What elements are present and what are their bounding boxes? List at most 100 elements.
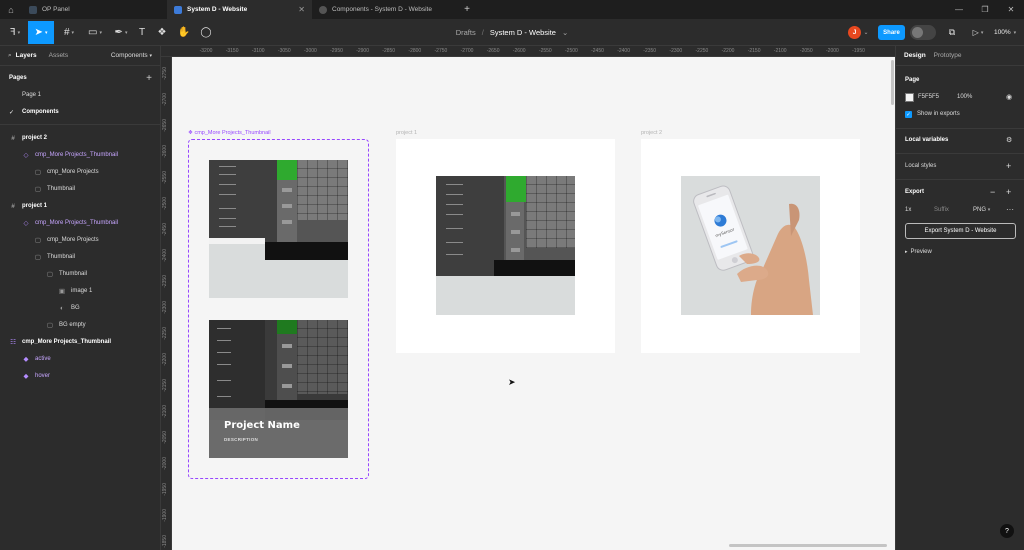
text-tool-button[interactable]: T [134, 21, 150, 44]
layer-label: cmp_More Projects [47, 237, 99, 243]
components-dropdown[interactable]: Components ▾ [111, 52, 152, 59]
new-tab-button[interactable]: + [457, 0, 477, 19]
export-heading: Export [905, 189, 925, 195]
export-suffix-input[interactable]: Suffix [934, 207, 949, 213]
background-opacity[interactable]: 100% [957, 94, 972, 100]
show-in-exports-checkbox[interactable]: ✓ [905, 111, 912, 118]
add-export-icon[interactable]: + [1006, 187, 1011, 197]
component-set-label[interactable]: ❖ cmp_More Projects_Thumbnail [188, 130, 271, 136]
layer-row[interactable]: ▢ cmp_More Projects [0, 232, 160, 248]
layer-row[interactable]: ▣ image 1 [0, 283, 160, 299]
close-window-button[interactable]: ✕ [998, 0, 1024, 19]
remove-export-icon[interactable]: − [990, 187, 995, 197]
panel-tabs: Design Prototype [896, 46, 1024, 66]
ruler-tick-label: -3150 [225, 48, 239, 54]
frame-icon: # [11, 134, 15, 142]
chevron-down-icon[interactable]: ⌄ [862, 25, 870, 40]
main-menu-button[interactable]: ꟻ ▾ [4, 21, 26, 44]
layer-row[interactable]: ◆ active [0, 351, 160, 367]
resources-button[interactable]: ❖ [154, 21, 170, 44]
move-tool-button[interactable]: ➤ ▾ [28, 21, 54, 44]
tab-op-panel[interactable]: OP Panel [22, 0, 167, 19]
present-button[interactable]: ▷ ▾ [968, 25, 988, 40]
zoom-dropdown[interactable]: 100% ▾ [994, 25, 1016, 40]
layer-row[interactable]: # project 2 [0, 130, 160, 146]
library-icon[interactable]: ⧉ [944, 25, 960, 40]
layer-row[interactable]: # project 1 [0, 198, 160, 214]
tab-layers[interactable]: Layers [16, 52, 37, 59]
frame-label-project-1[interactable]: project 1 [396, 130, 417, 136]
page-item-page-1[interactable]: Page 1 [0, 87, 160, 103]
vertical-scrollbar[interactable] [891, 60, 894, 105]
layer-row[interactable]: ◇ cmp_More Projects_Thumbnail [0, 215, 160, 231]
page-item-components[interactable]: ✓ Components [0, 104, 160, 120]
tab-system-d-website[interactable]: System D - Website ✕ [167, 0, 312, 19]
tab-components[interactable]: Components - System D - Website [312, 0, 457, 19]
frame-project-2[interactable]: mySensor [641, 139, 860, 353]
layer-label: active [35, 356, 51, 362]
layer-row[interactable]: ◆ hover [0, 368, 160, 384]
dev-mode-toggle[interactable] [910, 25, 936, 40]
ruler-tick-label: -2800 [408, 48, 422, 54]
layer-row[interactable]: ▢ Thumbnail [0, 266, 160, 282]
thumbnail-hover[interactable]: Project Name DESCRIPTION [209, 320, 348, 458]
layer-row[interactable]: ▢ cmp_More Projects [0, 164, 160, 180]
layer-row[interactable]: ☷ cmp_More Projects_Thumbnail [0, 334, 160, 350]
home-icon[interactable]: ⌂ [0, 0, 22, 19]
layer-row[interactable]: ◐ BG [0, 300, 160, 316]
layer-row[interactable]: ▢ Thumbnail [0, 249, 160, 265]
add-page-icon[interactable]: + [146, 73, 152, 84]
tab-prototype[interactable]: Prototype [934, 52, 962, 59]
layer-label: cmp_More Projects_Thumbnail [22, 339, 112, 345]
preview-toggle[interactable]: ▸ Preview [905, 249, 932, 255]
chevron-down-icon[interactable]: ⌄ [562, 28, 568, 37]
comment-tool-button[interactable]: ◯ [198, 21, 214, 44]
vertical-ruler: -2750 -2700 -2650 -2600 -2550 -2500 -2450 -2400… [161, 57, 172, 550]
frame-project-1[interactable] [396, 139, 615, 353]
ruler-tick-label: -2700 [162, 93, 168, 106]
export-button[interactable]: Export System D - Website [905, 223, 1016, 239]
thumbnail-active[interactable] [209, 160, 348, 298]
visibility-eye-icon[interactable]: ◉ [1006, 93, 1012, 101]
local-variables-heading[interactable]: Local variables [905, 137, 948, 143]
screen-list [209, 160, 277, 242]
variables-settings-icon[interactable]: ⚙ [1006, 136, 1012, 144]
shape-tool-button[interactable]: ▭ ▾ [84, 21, 106, 44]
minimize-button[interactable]: — [946, 0, 972, 19]
file-name[interactable]: System D - Website [490, 28, 556, 37]
tab-design[interactable]: Design [904, 52, 926, 59]
layer-row[interactable]: ◇ cmp_More Projects_Thumbnail [0, 147, 160, 163]
layer-row[interactable]: ▢ BG empty [0, 317, 160, 333]
export-scale[interactable]: 1x [905, 207, 911, 213]
layer-label: cmp_More Projects_Thumbnail [35, 152, 119, 158]
ruler-tick-label: -2550 [162, 171, 168, 184]
restore-button[interactable]: ❐ [972, 0, 998, 19]
tab-assets[interactable]: Assets [49, 52, 69, 59]
avatar[interactable]: J [848, 26, 861, 39]
figma-logo-icon: ꟻ [9, 27, 16, 38]
background-color-swatch[interactable] [905, 93, 914, 102]
frame-label-project-2[interactable]: project 2 [641, 130, 662, 136]
close-tab-icon[interactable]: ✕ [298, 5, 305, 14]
layer-label: BG [71, 305, 80, 311]
canvas[interactable]: -3200 -3150 -3100 -3050 -3000 -2950 -2900 -2850… [161, 46, 895, 550]
pen-tool-button[interactable]: ✒ ▾ [110, 21, 132, 44]
device-frame [265, 242, 348, 260]
breadcrumb-parent[interactable]: Drafts [456, 28, 476, 37]
layer-row[interactable]: ▢ Thumbnail [0, 181, 160, 197]
ruler-tick-label: -2750 [434, 48, 448, 54]
hand-tool-button[interactable]: ✋ [176, 21, 192, 44]
phone-image[interactable]: mySensor [681, 176, 820, 315]
more-options-icon[interactable]: ··· [1006, 205, 1014, 214]
search-icon[interactable]: ⌕ [8, 52, 12, 60]
file-icon [174, 5, 182, 14]
help-button[interactable]: ? [1000, 524, 1014, 538]
add-style-icon[interactable]: + [1006, 161, 1011, 171]
frame-tool-button[interactable]: # ▾ [58, 21, 80, 44]
export-format-dropdown[interactable]: PNG ▾ [973, 207, 990, 213]
share-button[interactable]: Share [878, 25, 905, 40]
thumbnail-image[interactable] [436, 176, 575, 315]
background-color-hex[interactable]: F5F5F5 [918, 94, 939, 100]
ruler-tick-label: -3200 [199, 48, 213, 54]
horizontal-scrollbar[interactable] [729, 544, 887, 547]
